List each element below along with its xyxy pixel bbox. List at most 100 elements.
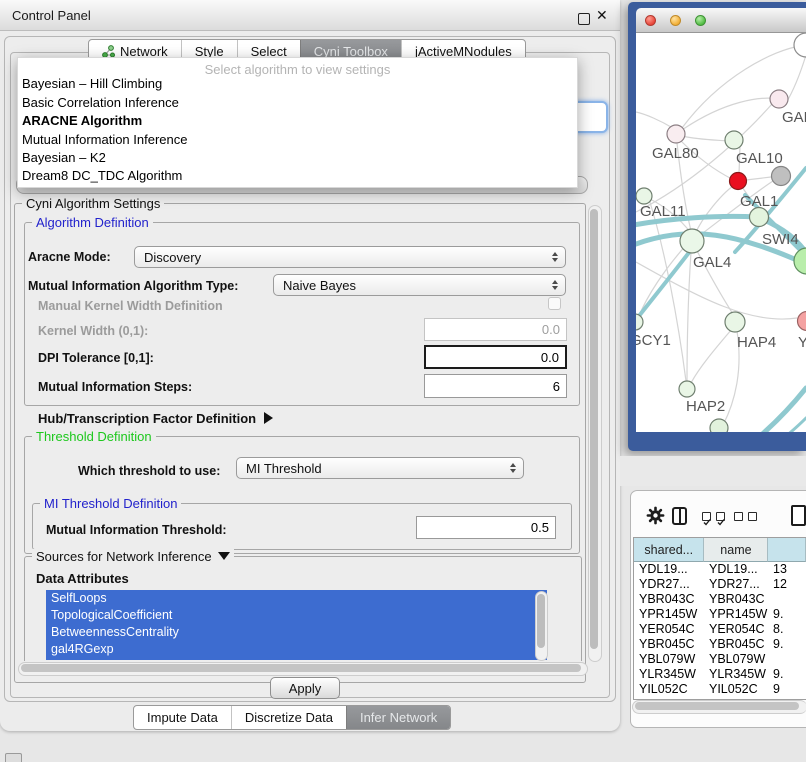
list-vertical-scrollbar[interactable]	[535, 591, 548, 661]
data-attributes-list[interactable]: SelfLoops TopologicalCoefficient Between…	[46, 590, 547, 660]
node-salmon[interactable]	[798, 312, 806, 331]
scrollbar-thumb[interactable]	[590, 209, 598, 649]
manual-kernel-checkbox[interactable]	[548, 297, 561, 310]
algorithm-option-selected[interactable]: ARACNE Algorithm	[22, 113, 142, 128]
table-panel-header: Table Panel	[620, 456, 806, 486]
node-label: GAL11	[640, 203, 686, 220]
list-item[interactable]: TopologicalCoefficient	[46, 607, 547, 624]
list-item[interactable]: BetweennessCentrality	[46, 624, 547, 641]
column-header-name[interactable]: name	[704, 538, 768, 562]
mi-type-label: Mutual Information Algorithm Type:	[28, 279, 238, 293]
close-icon[interactable]: ✕	[596, 7, 608, 24]
columns-icon[interactable]	[672, 507, 687, 525]
column-header-clipped[interactable]	[768, 538, 806, 562]
sources-group-title[interactable]: Sources for Network Inference	[32, 549, 234, 564]
algorithm-option[interactable]: Dream8 DC_TDC Algorithm	[22, 168, 182, 183]
column-header-shared-name[interactable]: shared...	[634, 538, 704, 562]
table-header-row: shared... name	[634, 538, 806, 562]
checked-checkbox-icon[interactable]	[716, 512, 725, 521]
algorithm-option[interactable]: Mutual Information Inference	[22, 132, 187, 147]
node-label: GAL	[782, 109, 806, 126]
table-row[interactable]: YPR145WYPR145W9.	[634, 607, 806, 622]
dpi-tolerance-field[interactable]: 0.0	[424, 345, 567, 369]
network-canvas[interactable]: GAL GAL80 GAL10 GAL1 GAL11 SWI4 GAL4 GCY…	[636, 33, 806, 432]
panel-horizontal-scrollbar[interactable]	[18, 662, 588, 676]
node-swi4[interactable]	[750, 208, 769, 227]
node-gal10[interactable]	[725, 131, 743, 149]
apply-button[interactable]: Apply	[270, 677, 340, 699]
tab-infer-network[interactable]: Infer Network	[346, 706, 450, 729]
table-row[interactable]: YDR27...YDR27...12	[634, 577, 806, 592]
control-panel: Control Panel ✕ Network Style Select Cyn…	[0, 0, 620, 731]
network-window-titlebar[interactable]	[636, 8, 806, 33]
node-labels: GAL GAL80 GAL10 GAL1 GAL11 SWI4 GAL4 GCY…	[636, 109, 806, 415]
table-row[interactable]: YBR045CYBR045C9.	[634, 637, 806, 652]
hub-definition-toggle[interactable]: Hub/Transcription Factor Definition	[38, 411, 273, 426]
mi-threshold-field[interactable]: 0.5	[416, 516, 556, 539]
unchecked-checkbox-icon[interactable]	[734, 512, 743, 521]
algorithm-option[interactable]: Basic Correlation Inference	[22, 95, 179, 110]
node-label: GAL80	[652, 145, 699, 162]
mi-type-select[interactable]: Naive Bayes	[273, 274, 566, 296]
node-label: GAL4	[693, 254, 731, 271]
collapse-arrow-icon[interactable]	[218, 552, 230, 560]
node[interactable]	[770, 90, 788, 108]
float-window-icon[interactable]	[578, 13, 590, 25]
tab-impute-data[interactable]: Impute Data	[134, 706, 231, 729]
application-window: Control Panel ✕ Network Style Select Cyn…	[0, 0, 806, 762]
list-item[interactable]: gal4RGexp	[46, 641, 547, 658]
table-row[interactable]: YDL19...YDL19...13	[634, 562, 806, 577]
node[interactable]	[710, 419, 728, 432]
tab-discretize-data[interactable]: Discretize Data	[231, 706, 346, 729]
checked-checkbox-icon[interactable]	[702, 512, 711, 521]
which-threshold-select[interactable]: MI Threshold	[236, 457, 524, 479]
node-gal80[interactable]	[667, 125, 685, 143]
threshold-definition-title: Threshold Definition	[32, 429, 156, 444]
popup-hint-text: Select algorithm to view settings	[18, 62, 577, 77]
table-row[interactable]: YBR043CYBR043C	[634, 592, 806, 607]
stepper-arrows-icon	[552, 280, 558, 290]
scrollbar-thumb[interactable]	[635, 702, 799, 710]
node-gal11[interactable]	[636, 188, 652, 204]
window-fragment-icon[interactable]	[5, 753, 22, 762]
mi-threshold-label: Mutual Information Threshold:	[46, 523, 227, 537]
mi-threshold-group-title: MI Threshold Definition	[40, 496, 181, 511]
aracne-mode-select[interactable]: Discovery	[134, 246, 566, 268]
node-gray[interactable]	[772, 167, 791, 186]
table-row[interactable]: YBL079WYBL079W	[634, 652, 806, 667]
table-horizontal-scrollbar[interactable]	[632, 700, 806, 714]
control-panel-titlebar[interactable]: Control Panel ✕	[0, 0, 620, 31]
panel-vertical-scrollbar[interactable]	[588, 205, 602, 662]
node-bright-green[interactable]	[794, 248, 806, 274]
table-row[interactable]: YLR345WYLR345W9.	[634, 667, 806, 682]
node-gal4[interactable]	[680, 229, 704, 253]
zoom-traffic-light[interactable]	[695, 15, 706, 26]
node-hap4[interactable]	[725, 312, 745, 332]
expand-arrow-icon[interactable]	[264, 412, 273, 424]
node-hap2[interactable]	[679, 381, 695, 397]
scrollbar-thumb[interactable]	[537, 594, 545, 648]
which-threshold-label: Which threshold to use:	[78, 464, 220, 478]
close-traffic-light[interactable]	[645, 15, 656, 26]
data-attributes-label: Data Attributes	[36, 571, 129, 586]
dpi-tolerance-label: DPI Tolerance [0,1]:	[38, 351, 154, 365]
table-row[interactable]: YER054CYER054C8.	[634, 622, 806, 637]
mi-steps-field[interactable]: 6	[424, 374, 567, 398]
minimize-traffic-light[interactable]	[670, 15, 681, 26]
node[interactable]	[794, 33, 806, 57]
bottom-tab-bar: Impute Data Discretize Data Infer Networ…	[133, 705, 451, 730]
unchecked-checkbox-icon[interactable]	[748, 512, 757, 521]
node-selected-red[interactable]	[730, 173, 747, 190]
list-item[interactable]: SelfLoops	[46, 590, 547, 607]
scrollbar-thumb[interactable]	[21, 664, 581, 672]
table-row[interactable]: YIL052CYIL052C9	[634, 682, 806, 697]
node-gcy1[interactable]	[636, 314, 643, 330]
node-label: GCY1	[636, 332, 671, 349]
kernel-width-field[interactable]: 0.0	[424, 318, 567, 341]
algorithm-option[interactable]: Bayesian – K2	[22, 150, 106, 165]
document-icon[interactable]	[791, 505, 806, 526]
algorithm-option[interactable]: Bayesian – Hill Climbing	[22, 76, 162, 91]
control-panel-title: Control Panel	[12, 8, 91, 23]
node-label: HAP2	[686, 398, 725, 415]
gear-icon[interactable]	[646, 506, 665, 530]
